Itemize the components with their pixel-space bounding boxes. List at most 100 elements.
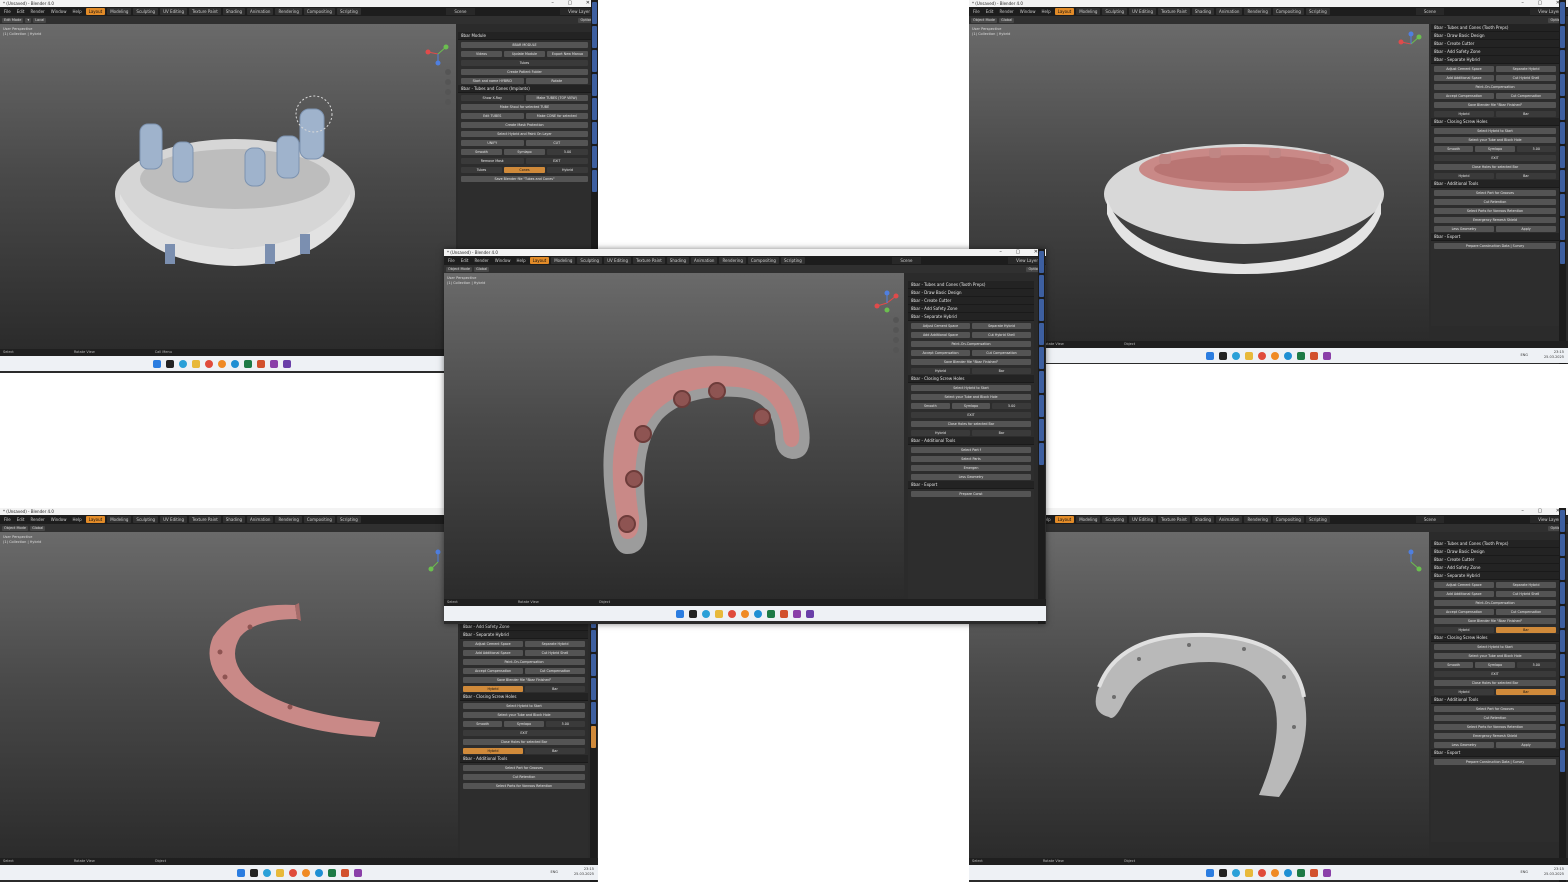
prepare-button[interactable]: Prepare Const — [911, 490, 1031, 497]
unify-button[interactable]: UNIFY — [461, 139, 524, 146]
folder-icon[interactable] — [192, 359, 200, 368]
symlapo-button[interactable]: Symlapo — [1475, 661, 1515, 668]
blender-icon[interactable] — [301, 868, 310, 877]
select-start-button[interactable]: Select Hybrid to Start — [463, 702, 585, 709]
sidebar-tab[interactable] — [1039, 323, 1044, 345]
bar-toggle[interactable]: Bar — [1496, 172, 1556, 179]
tab-sculpting[interactable]: Sculpting — [577, 257, 603, 264]
sidebar-tab[interactable] — [1560, 606, 1565, 628]
start-name-button[interactable]: Start and name HYBRID — [461, 77, 524, 84]
adjust-cement-button[interactable]: Adjust Cement Space — [463, 640, 523, 647]
tab-animation[interactable]: Animation — [691, 257, 718, 264]
section-header[interactable]: 8bar - Additional Tools — [1431, 180, 1559, 188]
sidebar-tab[interactable] — [1560, 510, 1565, 532]
bar-toggle[interactable]: Bar — [972, 367, 1031, 374]
section-header[interactable]: 8bar - Export — [1431, 749, 1559, 757]
edge-icon[interactable] — [1284, 868, 1292, 877]
apply-button[interactable]: Apply — [1496, 225, 1556, 232]
tab-uv-editing[interactable]: UV Editing — [1129, 8, 1156, 15]
smooth-button[interactable]: Smooth — [1434, 661, 1474, 668]
powerpoint-icon[interactable] — [780, 609, 788, 618]
separate-hybrid-button[interactable]: Separate Hybrid — [1496, 65, 1556, 72]
tab-uv-editing[interactable]: UV Editing — [160, 8, 187, 15]
onenote-icon[interactable] — [270, 359, 278, 368]
sidebar-tab[interactable] — [1560, 170, 1565, 192]
sidebar-tab[interactable] — [1560, 726, 1565, 748]
vonroos-button[interactable]: Select Parts for Vonroos Retention — [1434, 723, 1556, 730]
tab-animation[interactable]: Animation — [247, 8, 274, 15]
tab-sculpting[interactable]: Sculpting — [1102, 516, 1128, 523]
symlapo-button[interactable]: Symlapo — [951, 402, 991, 409]
sidebar-tab[interactable] — [1560, 558, 1565, 580]
section-header[interactable]: 8bar - Create Cutter — [1431, 40, 1559, 48]
paint-comp-button[interactable]: Paint-On-Compensation — [911, 340, 1031, 347]
module-button[interactable]: 8BAR MODULE — [461, 41, 588, 48]
sidebar-tab[interactable] — [1560, 74, 1565, 96]
folder-icon[interactable] — [1245, 351, 1253, 360]
section-header[interactable]: 8bar - Additional Tools — [908, 437, 1034, 445]
tab-texture-paint[interactable]: Texture Paint — [188, 516, 221, 523]
make-cone-button[interactable]: Make CONE for selected — [525, 112, 588, 119]
cut-comp-button[interactable]: Cut Compensation — [1496, 608, 1556, 615]
tab-modeling[interactable]: Modeling — [551, 257, 576, 264]
section-header[interactable]: 8bar - Create Cutter — [1431, 556, 1559, 564]
hybrid-toggle[interactable]: Hybrid — [1434, 626, 1494, 633]
telegram-icon[interactable] — [702, 609, 710, 618]
viewport-3d[interactable]: User Perspective(1) Collection | Hybrid — [0, 532, 458, 860]
section-header[interactable]: 8bar - Tubes and Cones (Tooth Preps) — [908, 281, 1034, 289]
mode-selector[interactable]: Object Mode — [2, 525, 29, 531]
sidebar-tab[interactable] — [592, 26, 597, 48]
grooves-button[interactable]: Select Part for Grooves — [463, 764, 585, 771]
vonroos-button[interactable]: Select Parts for Vonroos Retention — [463, 782, 585, 789]
windows-icon[interactable] — [1206, 351, 1214, 360]
section-header[interactable]: 8bar - Export — [1431, 233, 1559, 241]
tab-sculpting[interactable]: Sculpting — [1102, 8, 1128, 15]
cut-comp-button[interactable]: Cut Compensation — [1496, 92, 1556, 99]
save-finished-button[interactable]: Save Blender file "8bar Finished" — [1434, 101, 1556, 108]
powerpoint-icon[interactable] — [340, 868, 349, 877]
menu-render[interactable]: Render — [472, 258, 490, 263]
show-xray-checkbox[interactable]: Show X-Ray — [461, 94, 524, 101]
windows-icon[interactable] — [236, 868, 245, 877]
tab-texture-paint[interactable]: Texture Paint — [188, 8, 221, 15]
separate-hybrid-button[interactable]: Separate Hybrid — [972, 322, 1031, 329]
accept-comp-button[interactable]: Accept Compensation — [911, 349, 970, 356]
blender-icon[interactable] — [218, 359, 226, 368]
tab-texture-paint[interactable]: Texture Paint — [1157, 8, 1190, 15]
tab-scripting[interactable]: Scripting — [336, 8, 361, 15]
sidebar-tab-active[interactable] — [591, 726, 596, 748]
accept-comp-button[interactable]: Accept Compensation — [463, 667, 523, 674]
menu-edit[interactable]: Edit — [15, 9, 27, 14]
windows-icon[interactable] — [153, 359, 161, 368]
select-tube-button[interactable]: Select your Tube and Block Hole — [1434, 136, 1556, 143]
videos-button[interactable]: Videos — [461, 50, 502, 57]
telegram-icon[interactable] — [1232, 868, 1240, 877]
edge-icon[interactable] — [754, 609, 762, 618]
app-icon[interactable] — [283, 359, 291, 368]
menu-window[interactable]: Window — [49, 9, 69, 14]
explorer-icon[interactable] — [1219, 868, 1227, 877]
tab-compositing[interactable]: Compositing — [1272, 8, 1304, 15]
menu-file[interactable]: File — [971, 9, 982, 14]
add-space-button[interactable]: Add Additional Space — [463, 649, 523, 656]
edge-icon[interactable] — [314, 868, 323, 877]
scene-selector[interactable]: Scene — [892, 257, 921, 264]
tab-shading[interactable]: Shading — [1191, 8, 1215, 15]
sidebar-tab[interactable] — [1560, 194, 1565, 216]
orientation-selector[interactable]: Global — [474, 266, 490, 272]
scene-selector[interactable]: Scene — [1415, 516, 1445, 523]
grooves-button[interactable]: Select Part f — [911, 446, 1031, 453]
camera-icon[interactable] — [893, 337, 899, 343]
tab-texture-paint[interactable]: Texture Paint — [1157, 516, 1190, 523]
menu-help[interactable]: Help — [70, 9, 83, 14]
sidebar-tab[interactable] — [1039, 371, 1044, 393]
tab-modeling[interactable]: Modeling — [107, 516, 132, 523]
tab-rendering[interactable]: Rendering — [275, 516, 302, 523]
tab-sculpting[interactable]: Sculpting — [133, 516, 159, 523]
section-header[interactable]: 8bar - Closing Screw Holes — [1431, 634, 1559, 642]
pan-icon[interactable] — [445, 79, 451, 85]
menu-file[interactable]: File — [446, 258, 457, 263]
close-holes-button[interactable]: Close Holes for selected Bar — [1434, 163, 1556, 170]
menu-edit[interactable]: Edit — [15, 517, 27, 522]
grid-icon[interactable] — [445, 99, 451, 105]
